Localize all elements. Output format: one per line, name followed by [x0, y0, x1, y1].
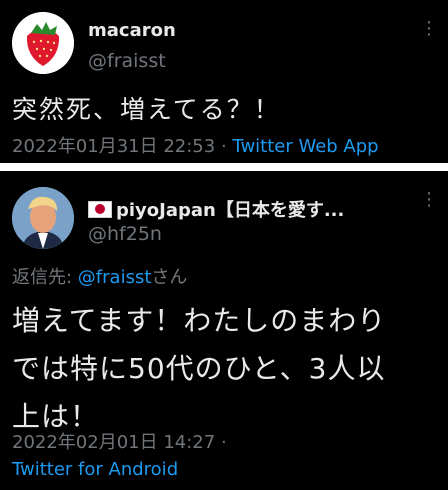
tweet-meta: 2022年01月31日 22:53 · Twitter Web App	[12, 132, 379, 158]
display-name: piyoJapan【日本を愛す...	[116, 200, 345, 221]
timestamp[interactable]: 2022年01月31日 22:53	[12, 136, 215, 157]
portrait-avatar	[12, 187, 74, 249]
display-name[interactable]: macaron	[88, 20, 176, 41]
avatar[interactable]	[12, 12, 74, 74]
reply-mention[interactable]: @fraisst	[78, 267, 152, 288]
more-vertical-icon[interactable]: ⋮	[420, 20, 438, 38]
strawberry-icon	[12, 12, 74, 74]
tweet-card[interactable]: macaron @fraisst ⋮ 突然死、増えてる？！ 2022年01月31…	[0, 0, 448, 163]
tweet-text-line: では特に50代のひと、3人以	[12, 352, 386, 385]
source-link[interactable]: Twitter Web App	[232, 136, 378, 157]
avatar[interactable]	[12, 187, 74, 249]
tweet-text: 増えてます！わたしのまわり では特に50代のひと、3人以 上は！	[12, 297, 386, 441]
tweet-text-line: 増えてます！わたしのまわり	[12, 304, 387, 337]
reply-suffix: さん	[151, 267, 188, 288]
source-link[interactable]: Twitter for Android	[12, 459, 178, 480]
reply-context: 返信先: @fraisstさん	[12, 263, 187, 289]
user-handle[interactable]: @fraisst	[88, 50, 166, 72]
tweet-text: 突然死、増えてる？！	[12, 95, 281, 124]
timestamp[interactable]: 2022年02月01日 14:27	[12, 432, 215, 453]
tweet-card[interactable]: piyoJapan【日本を愛す... @hf25n ⋮ 返信先: @fraiss…	[0, 171, 448, 490]
separator: ·	[220, 136, 227, 157]
reply-prefix: 返信先:	[12, 267, 78, 288]
tweet-source: Twitter for Android	[12, 459, 178, 480]
more-vertical-icon[interactable]: ⋮	[420, 191, 438, 209]
user-handle[interactable]: @hf25n	[88, 223, 162, 245]
japan-flag-icon	[88, 200, 112, 218]
display-name-row[interactable]: piyoJapan【日本を愛す...	[88, 196, 344, 222]
tweet-meta: 2022年02月01日 14:27 ·	[12, 428, 227, 454]
separator: ·	[220, 432, 227, 453]
